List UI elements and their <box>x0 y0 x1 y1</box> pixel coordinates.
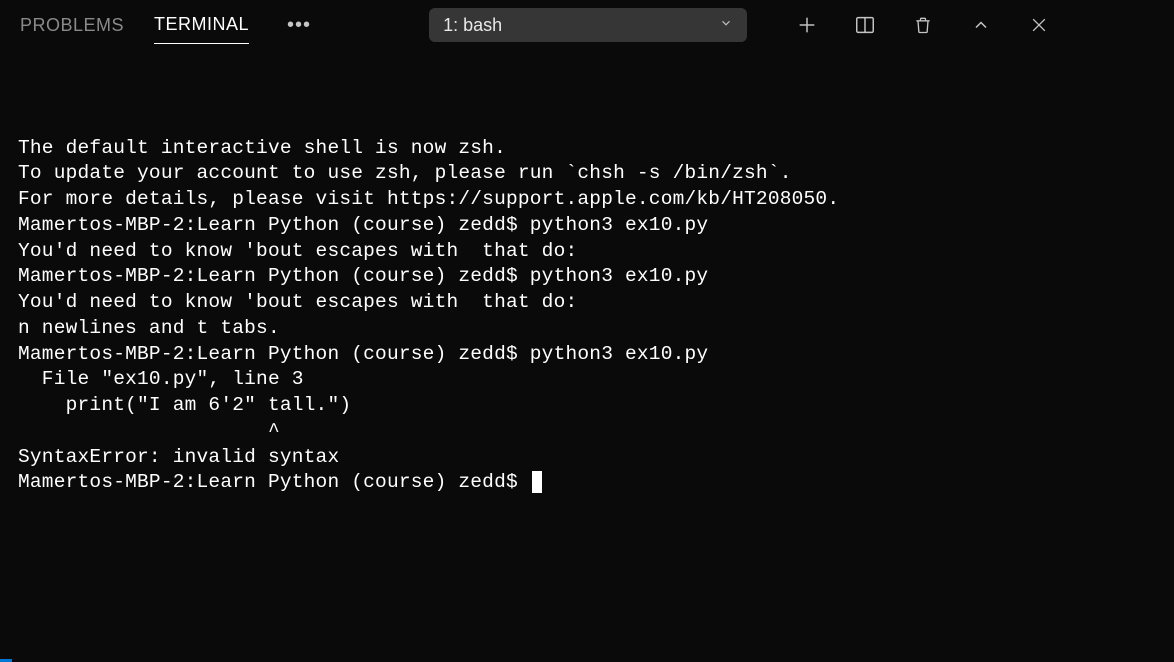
terminal-line: ^ <box>18 420 280 442</box>
terminal-prompt: Mamertos-MBP-2:Learn Python (course) zed… <box>18 471 530 493</box>
terminal-selector-label: 1: bash <box>443 15 502 36</box>
maximize-panel-button[interactable] <box>969 13 993 37</box>
terminal-line: Mamertos-MBP-2:Learn Python (course) zed… <box>18 343 708 365</box>
terminal-line: Mamertos-MBP-2:Learn Python (course) zed… <box>18 265 708 287</box>
terminal-actions <box>795 13 1051 37</box>
terminal-line: File "ex10.py", line 3 <box>18 368 304 390</box>
tab-problems[interactable]: PROBLEMS <box>20 7 124 44</box>
kill-terminal-button[interactable] <box>911 13 935 37</box>
terminal-line: n newlines and t tabs. <box>18 317 280 339</box>
terminal-output[interactable]: The default interactive shell is now zsh… <box>0 50 1174 496</box>
more-icon[interactable]: ••• <box>287 14 311 37</box>
terminal-selector-dropdown[interactable]: 1: bash <box>429 8 747 42</box>
terminal-line: You'd need to know 'bout escapes with th… <box>18 291 577 313</box>
split-terminal-button[interactable] <box>853 13 877 37</box>
terminal-cursor <box>532 471 542 493</box>
terminal-line: print("I am 6'2" tall.") <box>18 394 351 416</box>
new-terminal-button[interactable] <box>795 13 819 37</box>
panel-tabs: PROBLEMS TERMINAL <box>20 6 249 44</box>
terminal-line: You'd need to know 'bout escapes with th… <box>18 240 577 262</box>
terminal-line: Mamertos-MBP-2:Learn Python (course) zed… <box>18 214 708 236</box>
terminal-line: SyntaxError: invalid syntax <box>18 446 339 468</box>
panel-header: PROBLEMS TERMINAL ••• 1: bash <box>0 0 1174 50</box>
tab-terminal[interactable]: TERMINAL <box>154 6 249 44</box>
terminal-line: The default interactive shell is now zsh… <box>18 137 506 159</box>
close-panel-button[interactable] <box>1027 13 1051 37</box>
chevron-down-icon <box>719 16 733 35</box>
terminal-line: For more details, please visit https://s… <box>18 188 839 210</box>
terminal-line: To update your account to use zsh, pleas… <box>18 162 792 184</box>
